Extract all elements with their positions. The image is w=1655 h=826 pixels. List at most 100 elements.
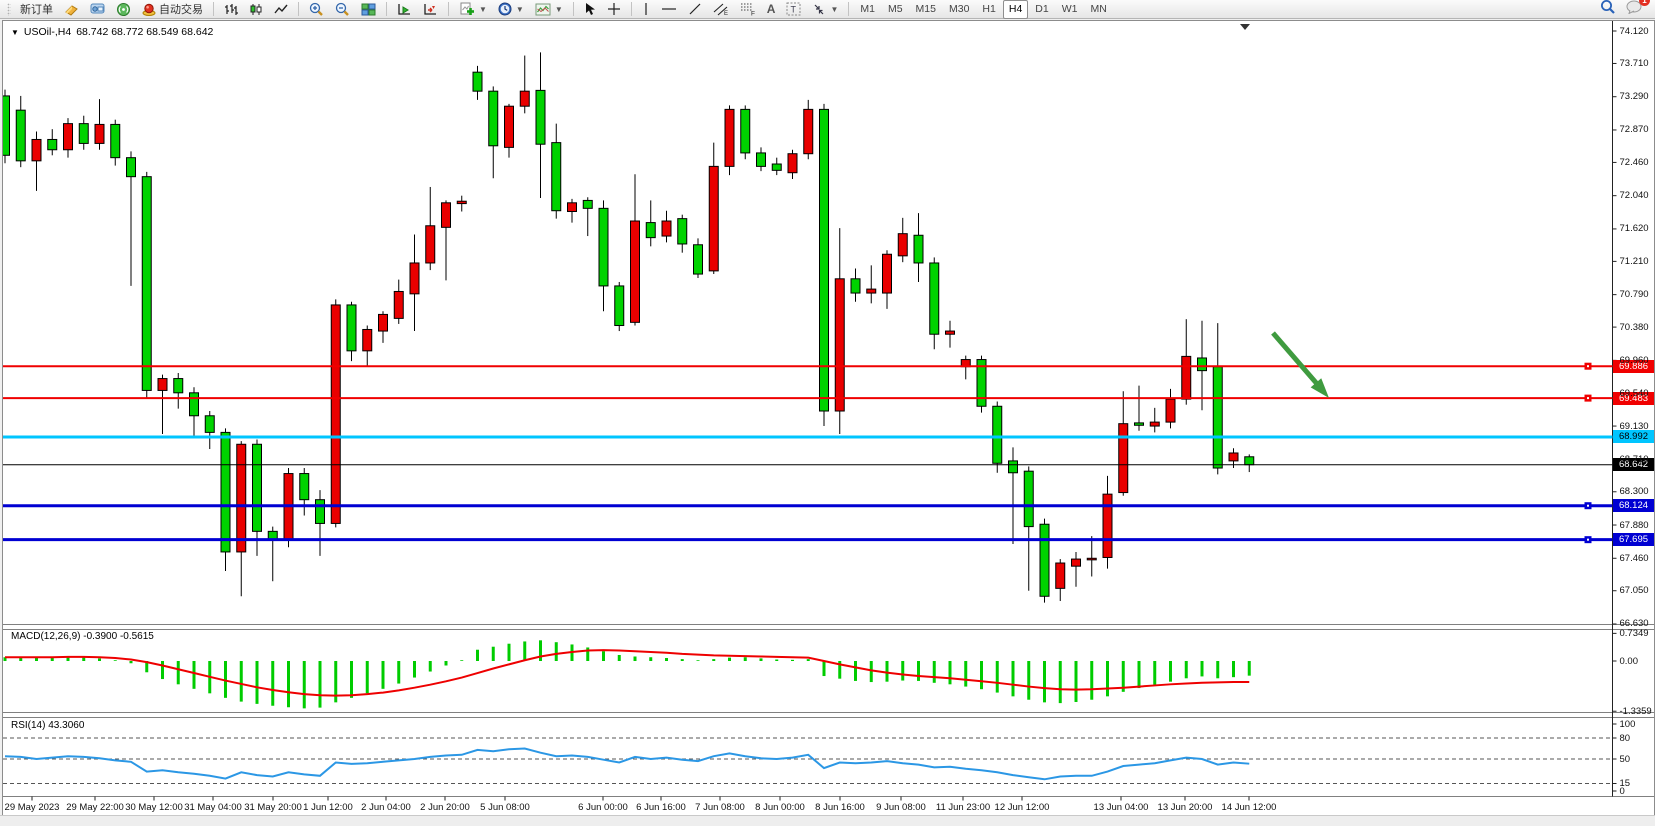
trendline-tool-button[interactable] — [683, 0, 707, 19]
price-tick-label: 70.790 — [1620, 289, 1649, 300]
zoom-in-icon — [309, 2, 324, 16]
macd-signal-line — [5, 650, 1249, 695]
vertical-line-tool-button[interactable] — [637, 0, 655, 19]
text-label-tool-button[interactable]: T — [781, 0, 806, 19]
chart-candles-button[interactable] — [244, 0, 268, 19]
fibonacci-tool-button[interactable]: F — [735, 0, 761, 19]
rsi-indicator-label: RSI(14) 43.3060 — [11, 720, 84, 731]
chart-line-button[interactable] — [269, 0, 293, 19]
time-axis-label: 12 Jun 12:00 — [982, 802, 1062, 813]
window-bottom-strip — [0, 815, 1655, 826]
text-tool-button[interactable]: A — [762, 0, 781, 19]
macd-axis-label: -1.3359 — [1620, 706, 1652, 717]
toolbar-separator — [386, 2, 387, 16]
price-tick-label: 67.460 — [1620, 553, 1649, 564]
timeframe-h4-button[interactable]: H4 — [1003, 0, 1028, 19]
price-tick-label: 72.460 — [1620, 157, 1649, 168]
zoom-out-icon — [335, 2, 350, 16]
new-order-button[interactable]: 新订单 — [15, 0, 58, 19]
timeframe-h1-button[interactable]: H1 — [976, 0, 1001, 19]
chart-canvas[interactable] — [3, 21, 1654, 817]
chart-bars-button[interactable] — [219, 0, 243, 19]
timeframe-m30-button[interactable]: M30 — [943, 0, 975, 19]
clock-icon — [498, 2, 512, 16]
terminal-button[interactable] — [85, 0, 110, 19]
chart-bars-icon — [224, 3, 238, 16]
svg-text:T: T — [791, 5, 797, 15]
new-order-label: 新订单 — [20, 1, 53, 17]
chevron-down-icon: ▼ — [516, 5, 524, 14]
trendline-icon — [688, 2, 702, 16]
svg-text:E: E — [724, 11, 728, 16]
vertical-line-icon — [642, 2, 650, 16]
horizontal-line-tool-button[interactable] — [656, 0, 682, 19]
notifications-button[interactable]: 1 — [1626, 0, 1643, 19]
price-tick-label: 72.040 — [1620, 190, 1649, 201]
price-tick-label: 70.380 — [1620, 322, 1649, 333]
toolbar-separator — [573, 2, 574, 16]
signal-button[interactable] — [111, 0, 136, 19]
text-label-icon: T — [786, 2, 801, 16]
price-tick-label: 71.210 — [1620, 256, 1649, 267]
chart-window: ▼ USOil-,H4 68.742 68.772 68.549 68.642 … — [2, 20, 1655, 818]
price-tick-label: 67.050 — [1620, 585, 1649, 596]
toolbar-grip — [7, 3, 11, 16]
zoom-in-button[interactable] — [304, 0, 329, 19]
chart-symbol-period: USOil-,H4 — [24, 26, 71, 38]
chart-title: ▼ USOil-,H4 68.742 68.772 68.549 68.642 — [11, 26, 213, 38]
chevron-down-icon: ▼ — [555, 5, 563, 14]
notification-badge: 1 — [1639, 0, 1650, 6]
toolbar-separator — [848, 2, 849, 16]
periods-button[interactable]: ▼ — [493, 0, 529, 19]
chart-shift-marker[interactable] — [1240, 24, 1250, 30]
arrows-tool-button[interactable]: ▼ — [807, 0, 843, 19]
price-tick-label: 69.130 — [1620, 421, 1649, 432]
order-ticket-icon — [64, 3, 79, 16]
chart-ohlc-values: 68.742 68.772 68.549 68.642 — [76, 26, 213, 38]
crosshair-tool-button[interactable] — [602, 0, 626, 19]
add-indicator-button[interactable]: ▼ — [454, 0, 492, 19]
price-tick-label: 73.710 — [1620, 58, 1649, 69]
macd-axis-label: 0.7349 — [1620, 628, 1649, 639]
rsi-axis-label: 50 — [1620, 754, 1631, 765]
chart-candles-icon — [249, 3, 263, 16]
signal-icon — [116, 3, 131, 16]
timeframe-m15-button[interactable]: M15 — [910, 0, 942, 19]
rsi-axis-label: 80 — [1620, 733, 1631, 744]
auto-trading-icon — [142, 3, 156, 16]
chart-shift-button[interactable] — [418, 0, 443, 19]
tile-windows-icon — [361, 3, 376, 16]
price-tick-label: 68.300 — [1620, 486, 1649, 497]
timeframe-d1-button[interactable]: D1 — [1029, 0, 1054, 19]
price-tick-label: 73.290 — [1620, 91, 1649, 102]
macd-indicator-label: MACD(12,26,9) -0.3900 -0.5615 — [11, 631, 154, 642]
timeframe-m5-button[interactable]: M5 — [882, 0, 909, 19]
main-toolbar: 新订单 自动交易 — [0, 0, 1655, 19]
chevron-down-icon: ▼ — [830, 5, 838, 14]
timeframe-w1-button[interactable]: W1 — [1056, 0, 1084, 19]
search-icon[interactable] — [1600, 0, 1616, 19]
template-icon — [535, 3, 551, 16]
price-tick-label: 71.620 — [1620, 223, 1649, 234]
auto-scroll-button[interactable] — [392, 0, 417, 19]
channel-tool-button[interactable]: E — [708, 0, 734, 19]
svg-text:F: F — [751, 11, 755, 17]
tile-windows-button[interactable] — [356, 0, 381, 19]
templates-button[interactable]: ▼ — [530, 0, 568, 19]
timeframe-m1-button[interactable]: M1 — [854, 0, 881, 19]
rsi-axis-label: 100 — [1620, 719, 1636, 730]
price-tick-label: 68.710 — [1620, 454, 1649, 465]
toolbar-separator — [448, 2, 449, 16]
zoom-out-button[interactable] — [330, 0, 355, 19]
equidistant-channel-icon: E — [713, 2, 729, 16]
macd-axis-label: 0.00 — [1620, 656, 1639, 667]
chart-dropdown-icon[interactable]: ▼ — [11, 28, 19, 37]
text-icon: A — [767, 2, 776, 16]
cursor-tool-button[interactable] — [579, 0, 601, 19]
order-ticket-button[interactable] — [59, 0, 84, 19]
auto-trading-label: 自动交易 — [159, 1, 203, 17]
price-tick-label: 67.880 — [1620, 520, 1649, 531]
timeframe-mn-button[interactable]: MN — [1084, 0, 1112, 19]
auto-trading-button[interactable]: 自动交易 — [137, 0, 208, 19]
price-tick-label: 72.870 — [1620, 124, 1649, 135]
